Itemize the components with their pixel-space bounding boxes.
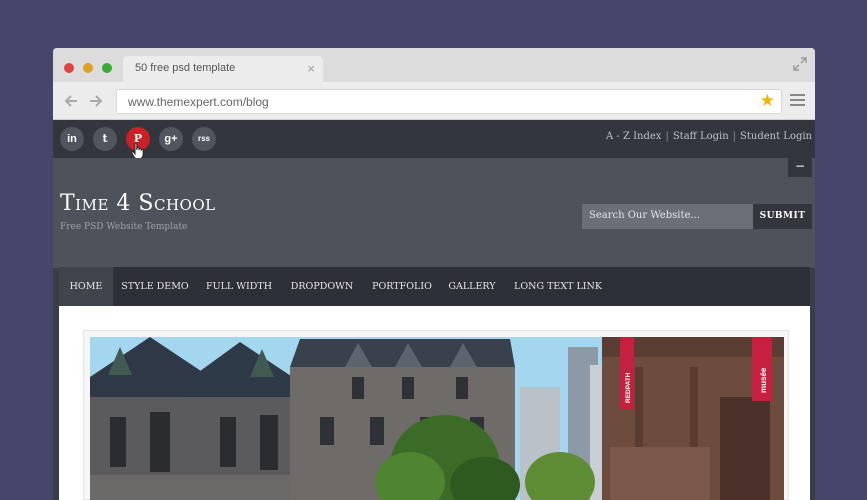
address-bar: www.themexpert.com/blog ★ xyxy=(53,82,815,120)
browser-window: 50 free psd template × www.themexpert.co… xyxy=(53,48,815,500)
url-text: www.themexpert.com/blog xyxy=(128,95,269,109)
search-input[interactable]: Search Our Website... xyxy=(582,204,753,229)
nav-gallery[interactable]: GALLERY xyxy=(441,267,503,306)
linkedin-icon[interactable]: in xyxy=(60,127,84,151)
nav-portfolio[interactable]: PORTFOLIO xyxy=(363,267,441,306)
az-index-link[interactable]: A - Z Index xyxy=(606,131,661,142)
nav-dropdown[interactable]: DROPDOWN xyxy=(281,267,363,306)
hero-slider-image[interactable]: REDPATH musée xyxy=(90,337,784,500)
site-tagline: Free PSD Website Template xyxy=(60,222,188,232)
top-links: A - Z Index | Staff Login | Student Login xyxy=(606,131,812,142)
tab-title: 50 free psd template xyxy=(135,62,236,74)
site-top-bar: in t P g+ rss A - Z Index | Staff Login | St… xyxy=(53,120,815,160)
google-plus-icon[interactable]: g+ xyxy=(159,127,183,151)
submit-button[interactable]: SUBMIT xyxy=(753,204,812,229)
banner-text: REDPATH xyxy=(625,372,632,403)
rss-icon[interactable]: rss xyxy=(192,127,216,151)
staff-login-link[interactable]: Staff Login xyxy=(673,131,729,142)
nav-long-text-link[interactable]: LONG TEXT LINK xyxy=(503,267,613,306)
bookmark-star-icon[interactable]: ★ xyxy=(760,93,775,110)
website: in t P g+ rss A - Z Index | Staff Login | St… xyxy=(53,120,815,500)
link-separator: | xyxy=(732,131,737,142)
tab-close-icon[interactable]: × xyxy=(307,61,315,76)
maximize-window-button[interactable] xyxy=(102,63,112,73)
back-arrow-icon[interactable] xyxy=(63,93,79,109)
twitter-icon[interactable]: t xyxy=(93,127,117,151)
campus-photo: REDPATH musée xyxy=(90,337,784,500)
site-header: − Time 4 School Free PSD Website Templat… xyxy=(53,158,815,268)
browser-tab[interactable]: 50 free psd template × xyxy=(123,56,323,82)
nav-home[interactable]: HOME xyxy=(59,267,113,306)
link-separator: | xyxy=(665,131,669,142)
close-window-button[interactable] xyxy=(64,63,74,73)
site-title[interactable]: Time 4 School xyxy=(60,191,216,216)
hamburger-menu-icon[interactable] xyxy=(790,94,805,107)
minimize-window-button[interactable] xyxy=(83,63,93,73)
student-login-link[interactable]: Student Login xyxy=(740,131,812,142)
main-navigation: HOME STYLE DEMO FULL WIDTH DROPDOWN PORT… xyxy=(59,267,810,306)
collapse-button[interactable]: − xyxy=(788,158,812,177)
expand-icon[interactable] xyxy=(793,57,807,71)
nav-full-width[interactable]: FULL WIDTH xyxy=(197,267,281,306)
banner-text: musée xyxy=(759,367,768,393)
slider-frame: REDPATH musée xyxy=(83,330,789,500)
tab-bar: 50 free psd template × xyxy=(53,48,815,82)
content-area: REDPATH musée xyxy=(59,306,810,500)
nav-style-demo[interactable]: STYLE DEMO xyxy=(113,267,197,306)
forward-arrow-icon[interactable] xyxy=(88,93,104,109)
url-field[interactable]: www.themexpert.com/blog ★ xyxy=(116,89,782,114)
